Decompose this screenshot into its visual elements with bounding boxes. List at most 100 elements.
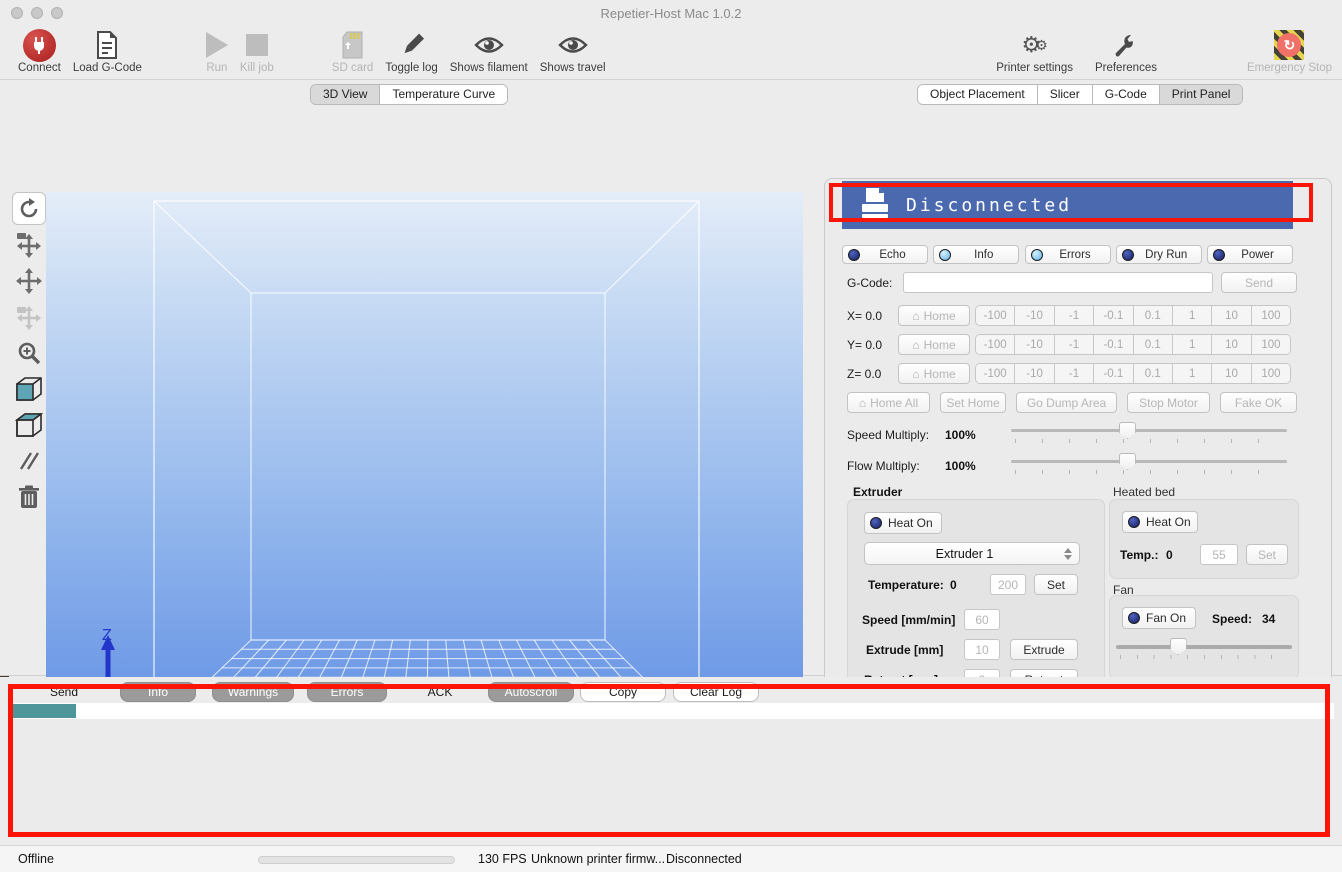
jog-button[interactable]: 100: [1252, 335, 1290, 354]
shows-travel-button[interactable]: Shows travel: [534, 27, 612, 81]
log-filter-send[interactable]: Send: [42, 682, 86, 702]
log-filter-warnings[interactable]: Warnings: [212, 682, 294, 702]
jog-button[interactable]: 1: [1173, 335, 1212, 354]
go-dump-area-button[interactable]: Go Dump Area: [1016, 392, 1117, 413]
home-y-button[interactable]: ⌂Home: [898, 334, 970, 355]
tab-object-placement[interactable]: Object Placement: [918, 85, 1038, 104]
speed-multiply-slider[interactable]: [1011, 422, 1287, 444]
move-print-area-button-disabled[interactable]: [12, 300, 46, 333]
errors-toggle[interactable]: Errors: [1025, 245, 1111, 264]
jog-button[interactable]: -0.1: [1094, 335, 1133, 354]
heated-bed-group: Heat On Temp.: 0 Set: [1109, 499, 1299, 579]
jog-button[interactable]: -0.1: [1094, 306, 1133, 325]
log-filter-ack[interactable]: ACK: [418, 682, 462, 702]
jog-button[interactable]: -1: [1055, 306, 1094, 325]
jog-button[interactable]: 10: [1212, 364, 1251, 383]
top-view-button[interactable]: [12, 408, 46, 441]
jog-button[interactable]: -0.1: [1094, 364, 1133, 383]
extruder-speed-input[interactable]: [964, 609, 1000, 630]
home-z-button[interactable]: ⌂Home: [898, 363, 970, 384]
extruder-set-button[interactable]: Set: [1034, 574, 1078, 595]
fan-speed-label: Speed:: [1212, 612, 1252, 626]
extruder-temp-input[interactable]: [990, 574, 1026, 595]
y-position-label: Y= 0.0: [847, 338, 882, 352]
slider-thumb[interactable]: [1119, 453, 1136, 470]
delete-object-button[interactable]: [12, 480, 46, 513]
zoom-view-button[interactable]: [12, 336, 46, 369]
set-home-button[interactable]: Set Home: [940, 392, 1006, 413]
jog-button[interactable]: -1: [1055, 364, 1094, 383]
slider-thumb[interactable]: [1170, 638, 1187, 655]
log-filter-info[interactable]: Info: [120, 682, 196, 702]
rotate-icon: [18, 198, 40, 220]
jog-button[interactable]: -10: [1015, 306, 1054, 325]
kill-job-button[interactable]: Kill job: [234, 27, 280, 81]
jog-button[interactable]: 100: [1252, 364, 1290, 383]
jog-button[interactable]: -10: [1015, 364, 1054, 383]
fan-on-button[interactable]: Fan On: [1122, 607, 1196, 629]
toggle-log-button[interactable]: Toggle log: [379, 27, 443, 81]
jog-button[interactable]: 100: [1252, 306, 1290, 325]
preferences-button[interactable]: Preferences: [1089, 27, 1163, 81]
dry-run-toggle[interactable]: Dry Run: [1116, 245, 1202, 264]
jog-button[interactable]: 10: [1212, 335, 1251, 354]
connect-button[interactable]: Connect: [12, 27, 67, 81]
jog-button[interactable]: 0.1: [1134, 306, 1173, 325]
jog-button[interactable]: -100: [976, 306, 1015, 325]
tab-slicer[interactable]: Slicer: [1038, 85, 1093, 104]
log-output-area[interactable]: [9, 719, 1334, 838]
jog-button[interactable]: -100: [976, 335, 1015, 354]
extrude-length-input[interactable]: [964, 639, 1000, 660]
move-viewpoint-button[interactable]: [12, 228, 46, 261]
flow-multiply-slider[interactable]: [1011, 453, 1287, 475]
slider-thumb[interactable]: [1119, 422, 1136, 439]
rotate-view-button[interactable]: [12, 192, 46, 225]
log-copy-button[interactable]: Copy: [580, 682, 666, 702]
gcode-send-button[interactable]: Send: [1221, 272, 1297, 293]
load-gcode-button[interactable]: Load G-Code: [67, 27, 148, 81]
move-object-button[interactable]: [12, 264, 46, 297]
tab-gcode[interactable]: G-Code: [1093, 85, 1160, 104]
parallel-lines-icon: [17, 449, 41, 473]
log-clear-button[interactable]: Clear Log: [673, 682, 759, 702]
eye-icon: [474, 29, 504, 61]
gcode-input[interactable]: [903, 272, 1213, 293]
log-autoscroll-button[interactable]: Autoscroll: [488, 682, 574, 702]
run-button[interactable]: Run: [200, 27, 234, 81]
printer-settings-button[interactable]: ⚙⚙ Printer settings: [990, 27, 1079, 81]
jog-button[interactable]: -100: [976, 364, 1015, 383]
bed-set-button[interactable]: Set: [1246, 544, 1288, 565]
power-toggle[interactable]: Power: [1207, 245, 1293, 264]
sd-card-button[interactable]: SD card: [326, 27, 380, 81]
extrude-button[interactable]: Extrude: [1010, 639, 1078, 660]
emergency-stop-button[interactable]: ↻ Emergency Stop: [1241, 27, 1338, 81]
log-filter-errors[interactable]: Errors: [307, 682, 387, 702]
tab-3d-view[interactable]: 3D View: [311, 85, 380, 104]
stop-motor-button[interactable]: Stop Motor: [1127, 392, 1210, 413]
fake-ok-button[interactable]: Fake OK: [1220, 392, 1297, 413]
home-x-button[interactable]: ⌂Home: [898, 305, 970, 326]
jog-button[interactable]: -10: [1015, 335, 1054, 354]
jog-button[interactable]: 10: [1212, 306, 1251, 325]
led-icon: [939, 249, 951, 261]
jog-button[interactable]: 0.1: [1134, 364, 1173, 383]
3d-viewport[interactable]: Z X: [46, 192, 803, 742]
jog-button[interactable]: 0.1: [1134, 335, 1173, 354]
fan-speed-slider[interactable]: [1116, 638, 1292, 660]
bed-temp-input[interactable]: [1200, 544, 1238, 565]
front-view-button[interactable]: [12, 372, 46, 405]
tab-print-panel[interactable]: Print Panel: [1160, 85, 1243, 104]
jog-button[interactable]: 1: [1173, 306, 1212, 325]
extruder-select[interactable]: Extruder 1: [864, 542, 1080, 565]
jog-button[interactable]: -1: [1055, 335, 1094, 354]
z-position-label: Z= 0.0: [847, 367, 881, 381]
echo-toggle[interactable]: Echo: [842, 245, 928, 264]
extruder-heat-on-button[interactable]: Heat On: [864, 512, 942, 534]
shows-filament-button[interactable]: Shows filament: [444, 27, 534, 81]
jog-button[interactable]: 1: [1173, 364, 1212, 383]
bed-heat-on-button[interactable]: Heat On: [1122, 511, 1198, 533]
parallel-projection-button[interactable]: [12, 444, 46, 477]
info-toggle[interactable]: Info: [933, 245, 1019, 264]
tab-temperature-curve[interactable]: Temperature Curve: [380, 85, 507, 104]
home-all-button[interactable]: ⌂Home All: [847, 392, 930, 413]
